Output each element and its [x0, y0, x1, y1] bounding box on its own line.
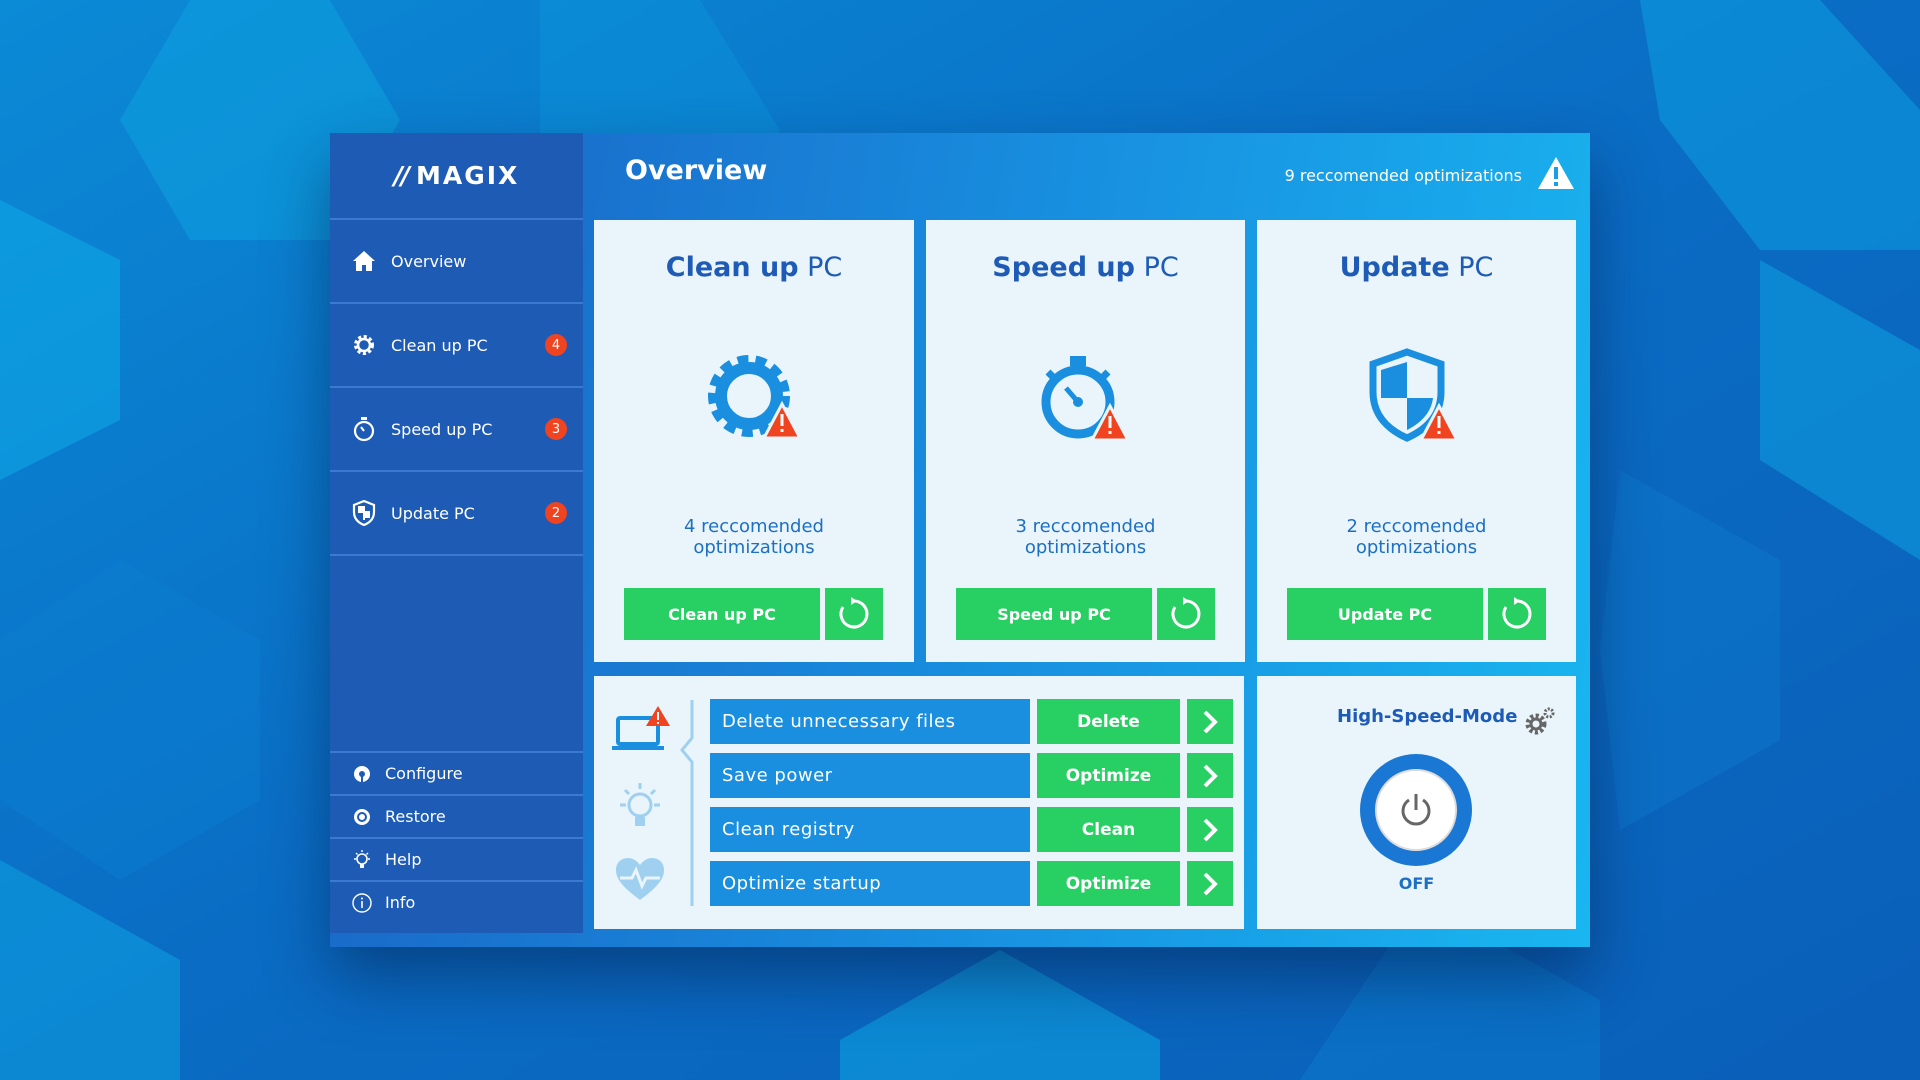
optimize-button[interactable]: Optimize: [1037, 861, 1180, 906]
header-status: 9 reccomended optimizations: [1285, 155, 1576, 195]
laptop-warning-icon[interactable]: [608, 706, 672, 758]
power-toggle[interactable]: [1360, 754, 1472, 870]
refresh-icon: [1502, 597, 1532, 629]
sidebar-item-label: Overview: [391, 251, 467, 271]
sidebar-item-label: Info: [385, 893, 416, 912]
card-speed-up: Speed up PC 3 reccomended optimizations S…: [926, 220, 1245, 662]
optimizations-summary: 9 reccomended optimizations: [1284, 165, 1522, 185]
heartbeat-icon[interactable]: [614, 856, 666, 908]
app-window: // MAGIX Overview Clean up PC 4 Speed up…: [330, 133, 1590, 947]
sidebar-item-configure[interactable]: Configure: [330, 751, 583, 794]
sidebar-item-label: Help: [385, 850, 422, 869]
sidebar-item-label: Configure: [385, 764, 463, 783]
lightbulb-icon: [351, 849, 373, 871]
task-row: Delete unnecessary files Delete: [710, 699, 1233, 744]
page-title: Overview: [625, 155, 768, 186]
chevron-right-icon[interactable]: [1187, 807, 1233, 852]
task-label[interactable]: Save power: [710, 753, 1030, 798]
optimizations-count: 2 reccomended optimizations: [1346, 516, 1487, 558]
gear-warning-icon: [704, 348, 804, 452]
sidebar-item-clean-up[interactable]: Clean up PC 4: [330, 304, 583, 388]
sidebar-bottom-nav: Configure Restore Help Info: [330, 751, 583, 923]
count-badge: 2: [545, 502, 567, 524]
optimizations-count: 3 reccomended optimizations: [1015, 516, 1156, 558]
bracket-divider: [680, 700, 694, 906]
sidebar-item-restore[interactable]: Restore: [330, 794, 583, 837]
refresh-button[interactable]: [1157, 588, 1215, 640]
lightbulb-icon[interactable]: [614, 781, 666, 837]
delete-button[interactable]: Delete: [1037, 699, 1180, 744]
tasks-panel: Delete unnecessary files Delete Save pow…: [594, 676, 1244, 929]
shield-icon: [351, 500, 377, 526]
chevron-right-icon[interactable]: [1187, 753, 1233, 798]
task-row: Clean registry Clean: [710, 807, 1233, 852]
app-logo: // MAGIX: [330, 133, 583, 220]
refresh-button[interactable]: [825, 588, 883, 640]
clean-up-button[interactable]: Clean up PC: [624, 588, 820, 640]
restore-icon: [351, 806, 373, 828]
sidebar: // MAGIX Overview Clean up PC 4 Speed up…: [330, 133, 583, 933]
card-title: Update PC: [1339, 252, 1494, 283]
high-speed-mode-state: OFF: [1398, 874, 1435, 893]
update-button[interactable]: Update PC: [1287, 588, 1483, 640]
high-speed-mode-title: High-Speed-Mode: [1337, 706, 1518, 727]
card-clean-up: Clean up PC 4 reccomended optimizations C…: [594, 220, 914, 662]
sidebar-item-overview[interactable]: Overview: [330, 220, 583, 304]
clean-button[interactable]: Clean: [1037, 807, 1180, 852]
task-label[interactable]: Optimize startup: [710, 861, 1030, 906]
warning-icon[interactable]: [1536, 155, 1576, 195]
sidebar-item-label: Update PC: [391, 503, 475, 523]
chevron-right-icon[interactable]: [1187, 699, 1233, 744]
gear-icon: [351, 332, 377, 358]
speed-up-button[interactable]: Speed up PC: [956, 588, 1152, 640]
optimizations-count: 4 reccomended optimizations: [683, 516, 824, 558]
task-row: Optimize startup Optimize: [710, 861, 1233, 906]
sidebar-item-label: Speed up PC: [391, 419, 493, 439]
info-icon: [351, 892, 373, 914]
sidebar-item-label: Restore: [385, 807, 446, 826]
task-row: Save power Optimize: [710, 753, 1233, 798]
logo-text: MAGIX: [415, 161, 520, 190]
sidebar-item-label: Clean up PC: [391, 335, 488, 355]
card-title: Speed up PC: [992, 252, 1179, 283]
shield-warning-icon: [1367, 348, 1467, 452]
card-actions: Update PC: [1287, 588, 1546, 640]
refresh-button[interactable]: [1488, 588, 1546, 640]
count-badge: 3: [545, 418, 567, 440]
logo-mark: //: [393, 161, 410, 190]
sidebar-item-help[interactable]: Help: [330, 837, 583, 880]
task-label[interactable]: Delete unnecessary files: [710, 699, 1030, 744]
refresh-icon: [839, 597, 869, 629]
card-actions: Speed up PC: [956, 588, 1215, 640]
sidebar-item-update[interactable]: Update PC 2: [330, 472, 583, 556]
count-badge: 4: [545, 334, 567, 356]
card-title: Clean up PC: [665, 252, 843, 283]
refresh-icon: [1171, 597, 1201, 629]
configure-icon: [351, 763, 373, 785]
card-actions: Clean up PC: [624, 588, 883, 640]
sidebar-item-info[interactable]: Info: [330, 880, 583, 923]
card-update: Update PC 2 reccomended optimizations Upd…: [1257, 220, 1576, 662]
stopwatch-icon: [351, 416, 377, 442]
stopwatch-warning-icon: [1036, 348, 1136, 452]
optimize-button[interactable]: Optimize: [1037, 753, 1180, 798]
home-icon: [351, 248, 377, 274]
high-speed-mode-panel: High-Speed-Mode OFF: [1257, 676, 1576, 929]
sidebar-item-speed-up[interactable]: Speed up PC 3: [330, 388, 583, 472]
chevron-right-icon[interactable]: [1187, 861, 1233, 906]
task-label[interactable]: Clean registry: [710, 807, 1030, 852]
settings-gear-icon[interactable]: [1524, 706, 1556, 740]
